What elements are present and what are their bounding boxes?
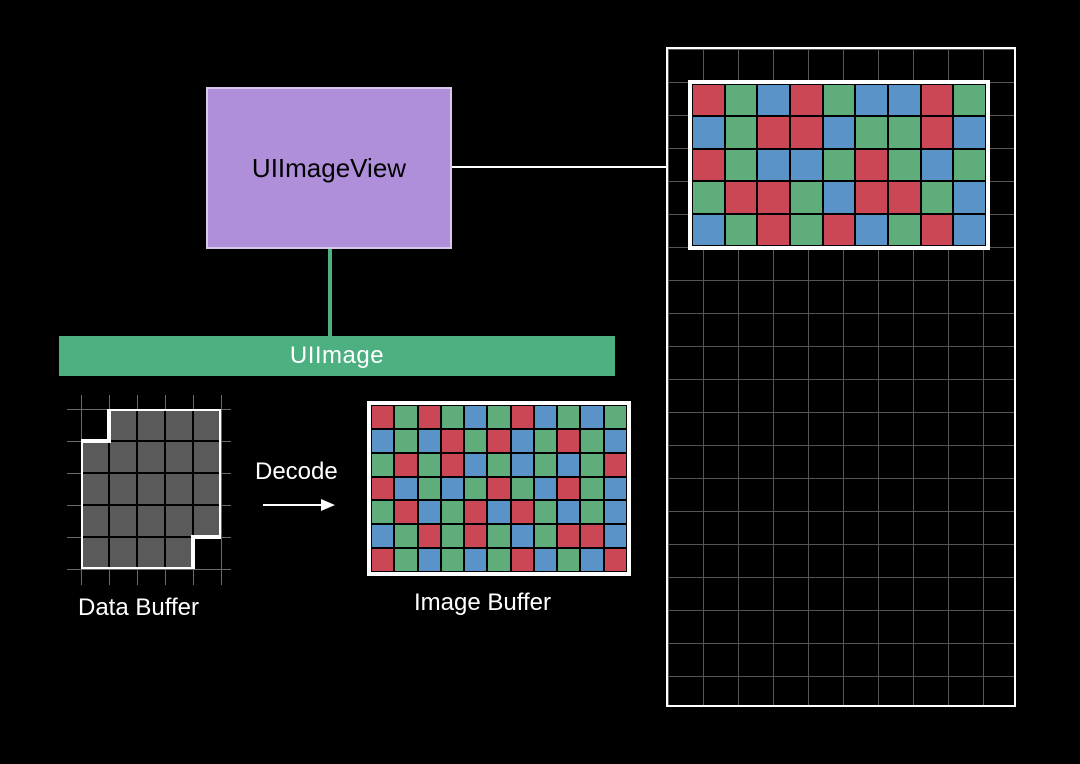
data-buffer-visual bbox=[67, 395, 231, 585]
image-buffer-label: Image Buffer bbox=[414, 589, 551, 617]
decode-label: Decode bbox=[255, 458, 338, 486]
uiimageview-box: UIImageView bbox=[206, 87, 452, 249]
decode-arrow-icon bbox=[263, 504, 333, 506]
diagram-canvas: UIImageView UIImage Decode Da bbox=[0, 0, 1080, 764]
data-buffer-label: Data Buffer bbox=[78, 594, 199, 622]
image-buffer-visual bbox=[367, 401, 631, 576]
frame-buffer-image-preview bbox=[688, 80, 990, 250]
data-buffer-cells bbox=[81, 409, 221, 569]
uiimage-label: UIImage bbox=[290, 342, 384, 370]
connector-uiimageview-to-uiimage bbox=[328, 249, 332, 336]
connector-uiimageview-to-framebuffer bbox=[452, 166, 690, 168]
uiimage-bar: UIImage bbox=[59, 336, 615, 376]
uiimageview-label: UIImageView bbox=[252, 153, 406, 184]
